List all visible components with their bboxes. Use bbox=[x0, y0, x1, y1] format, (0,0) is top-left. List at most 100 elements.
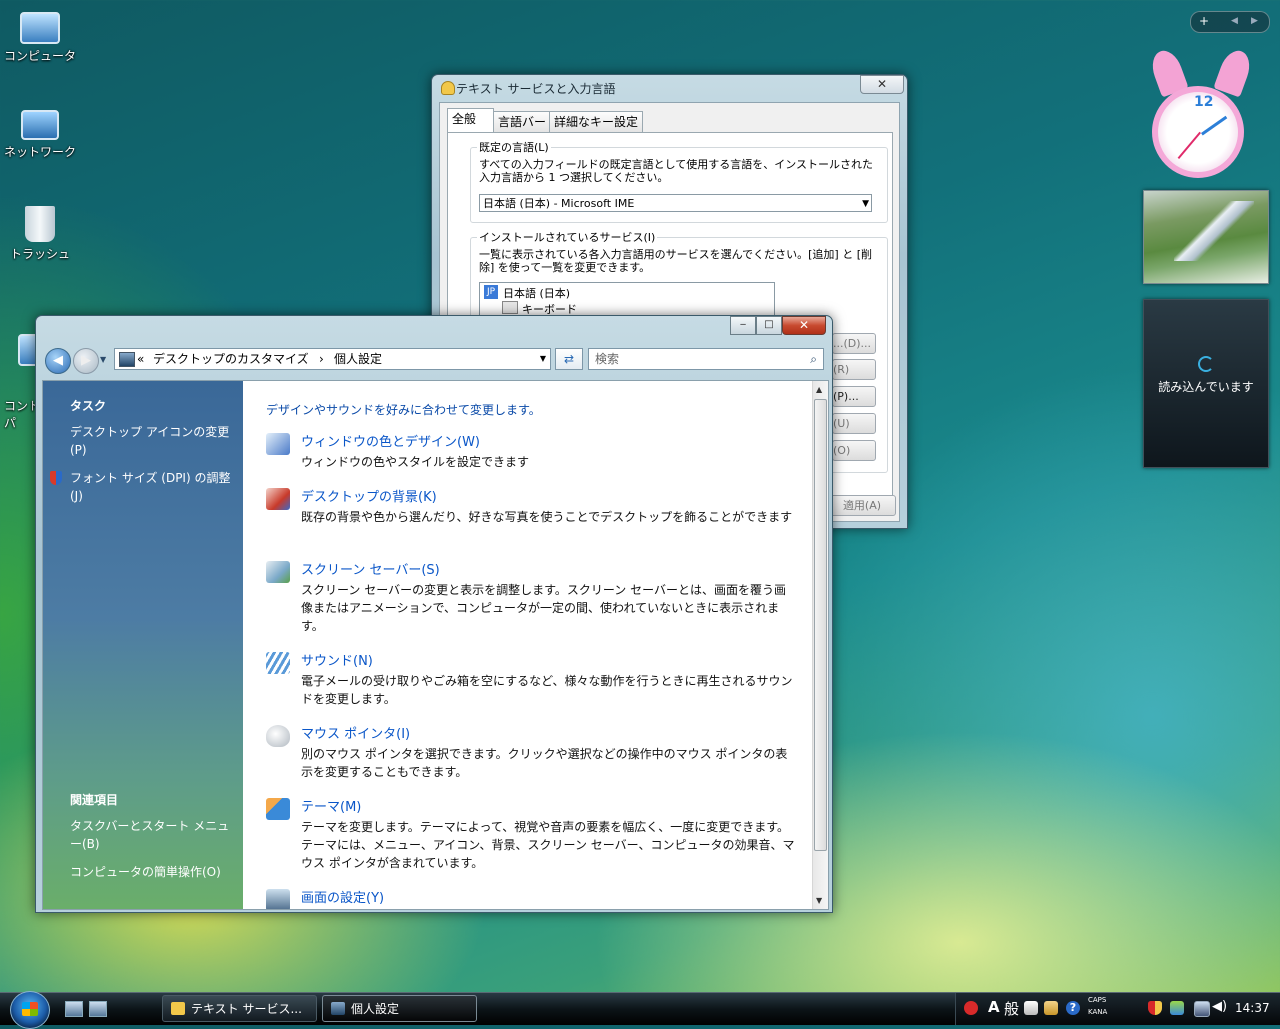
security-center-icon[interactable] bbox=[1148, 1001, 1162, 1015]
close-button[interactable]: ✕ bbox=[860, 75, 904, 94]
network-icon bbox=[21, 110, 59, 140]
default-language-description: すべての入力フィールドの既定言語として使用する言語を、インストールされた入力言語… bbox=[479, 158, 874, 184]
minimize-button[interactable]: ‒ bbox=[730, 316, 756, 335]
desktop-icon-label: トラッシュ bbox=[9, 247, 70, 261]
theme-link[interactable]: テーマ(M) bbox=[301, 796, 361, 815]
taskbar: テキスト サービス... 個人設定 A 般 ? CAPS KANA ◀) 14:… bbox=[0, 991, 1280, 1029]
ime-kanji-indicator[interactable]: 般 bbox=[1004, 998, 1019, 1019]
navigation-bar: ◀ ▶ ▼ « デスクトップのカスタマイズ › 個人設定 ▼ ⇄ 検索 ⌕ bbox=[43, 346, 825, 374]
slideshow-gadget[interactable] bbox=[1143, 190, 1269, 284]
trash-icon bbox=[25, 206, 55, 242]
back-button[interactable]: ◀ bbox=[45, 348, 71, 374]
forward-button[interactable]: ▶ bbox=[73, 348, 99, 374]
ease-of-access-link[interactable]: コンピュータの簡単操作(O) bbox=[70, 863, 240, 881]
item-description: 既存の背景や色から選んだり、好きな写真を使うことでデスクトップを飾ることができま… bbox=[301, 510, 793, 524]
breadcrumb-parent[interactable]: デスクトップのカスタマイズ bbox=[153, 349, 309, 369]
apply-button[interactable]: 適用(A) bbox=[828, 495, 896, 516]
desktop-background-link[interactable]: デスクトップの背景(K) bbox=[301, 486, 437, 505]
item-description: 別のマウス ポインタを選択できます。クリックや選択などの操作中のマウス ポインタ… bbox=[301, 747, 788, 779]
default-language-value: 日本語 (日本) - Microsoft IME bbox=[483, 197, 635, 210]
add-button[interactable]: ...(D)... bbox=[832, 333, 876, 354]
taskbar-button-personalization[interactable]: 個人設定 bbox=[322, 995, 477, 1022]
window-color-icon bbox=[266, 433, 290, 455]
address-bar[interactable]: « デスクトップのカスタマイズ › 個人設定 ▼ bbox=[114, 348, 551, 370]
tab-general[interactable]: 全般 bbox=[447, 108, 494, 133]
tab-advanced-key-settings[interactable]: 詳細なキー設定 bbox=[549, 111, 644, 132]
scroll-up-arrow-icon[interactable]: ▲ bbox=[816, 385, 822, 394]
scrollbar-thumb[interactable] bbox=[814, 399, 827, 851]
display-settings-link[interactable]: 画面の設定(Y) bbox=[301, 887, 384, 906]
refresh-button[interactable]: ⇄ bbox=[555, 348, 583, 370]
group-title: 既定の言語(L) bbox=[477, 139, 551, 155]
button-label: (O) bbox=[833, 444, 851, 457]
show-desktop-icon[interactable] bbox=[65, 1001, 83, 1017]
default-language-group: 既定の言語(L) すべての入力フィールドの既定言語として使用する言語を、インスト… bbox=[470, 139, 888, 223]
breadcrumb-overflow[interactable]: « bbox=[137, 349, 144, 369]
tree-item-language[interactable]: 日本語 (日本) bbox=[503, 285, 570, 301]
related-heading: 関連項目 bbox=[70, 793, 119, 807]
move-down-button[interactable]: (O) bbox=[832, 440, 876, 461]
personalization-window[interactable]: ‒ □ ✕ ◀ ▶ ▼ « デスクトップのカスタマイズ › 個人設定 ▼ ⇄ 検… bbox=[35, 315, 833, 913]
help-icon[interactable]: ? bbox=[1066, 1001, 1080, 1015]
desktop-icon-trash[interactable]: トラッシュ bbox=[2, 200, 78, 262]
mouse-pointer-link[interactable]: マウス ポインタ(I) bbox=[301, 723, 410, 742]
properties-button[interactable]: (P)... bbox=[832, 386, 876, 407]
language-bar-alert-icon[interactable] bbox=[964, 1001, 978, 1015]
window-color-link[interactable]: ウィンドウの色とデザイン(W) bbox=[301, 431, 480, 450]
item-description: 電子メールの受け取りやごみ箱を空にするなど、様々な動作を行うときに再生されるサウ… bbox=[301, 674, 793, 706]
start-button[interactable] bbox=[10, 991, 50, 1029]
kana-indicator: KANA bbox=[1088, 1008, 1108, 1016]
network-status-icon[interactable] bbox=[1194, 1001, 1210, 1017]
volume-icon[interactable]: ◀) bbox=[1212, 999, 1227, 1014]
taskbar-button-text-services[interactable]: テキスト サービス... bbox=[162, 995, 317, 1022]
screen-saver-link[interactable]: スクリーン セーバー(S) bbox=[301, 559, 440, 578]
move-up-button[interactable]: (U) bbox=[832, 413, 876, 434]
button-label: (P)... bbox=[833, 390, 859, 403]
scroll-down-arrow-icon[interactable]: ▼ bbox=[816, 896, 822, 905]
adjust-font-size-link[interactable]: フォント サイズ (DPI) の調整(J) bbox=[70, 469, 240, 505]
tab-language-bar[interactable]: 言語バー bbox=[493, 111, 552, 132]
ime-mode-indicator[interactable]: A bbox=[988, 998, 1000, 1016]
add-gadget-button[interactable]: + bbox=[1199, 14, 1209, 28]
ime-pad-icon[interactable] bbox=[1024, 1001, 1038, 1015]
ime-tools-icon[interactable] bbox=[1044, 1001, 1058, 1015]
default-language-select[interactable]: 日本語 (日本) - Microsoft IME ▼ bbox=[479, 194, 872, 212]
keyboard-icon bbox=[502, 301, 518, 314]
previous-page-button[interactable]: ◀ bbox=[1231, 16, 1238, 26]
change-desktop-icons-link[interactable]: デスクトップ アイコンの変更(P) bbox=[70, 423, 240, 459]
personalization-icon bbox=[331, 1002, 345, 1015]
dialog-title: テキスト サービスと入力言語 bbox=[456, 82, 616, 96]
breadcrumb-separator[interactable]: › bbox=[319, 349, 324, 369]
taskbar-clock[interactable]: 14:37 bbox=[1235, 1001, 1270, 1015]
installed-services-description: 一覧に表示されている各入力言語用のサービスを選んでください。[追加] と [削除… bbox=[479, 248, 872, 274]
close-button[interactable]: ✕ bbox=[782, 316, 826, 335]
vertical-scrollbar[interactable]: ▲ ▼ bbox=[812, 381, 828, 909]
desktop-icon-label: ネットワーク bbox=[3, 145, 76, 159]
breadcrumb-current[interactable]: 個人設定 bbox=[334, 349, 382, 369]
clock-gadget[interactable]: 12 bbox=[1146, 46, 1258, 178]
windows-sidebar-icon[interactable] bbox=[1170, 1001, 1184, 1015]
taskbar-start-menu-link[interactable]: タスクバーとスタート メニュー(B) bbox=[70, 817, 240, 853]
switch-windows-icon[interactable] bbox=[89, 1001, 107, 1017]
desktop-icon-computer[interactable]: コンピュータ bbox=[2, 4, 78, 64]
remove-button[interactable]: (R) bbox=[832, 359, 876, 380]
item-description: ウィンドウの色やスタイルを設定できます bbox=[301, 455, 530, 469]
next-page-button[interactable]: ▶ bbox=[1251, 16, 1258, 26]
text-services-icon bbox=[441, 81, 455, 95]
feed-headlines-gadget[interactable]: 読み込んでいます bbox=[1143, 299, 1269, 468]
clock-ear-right bbox=[1213, 46, 1255, 98]
button-label: (U) bbox=[833, 417, 850, 430]
address-dropdown-icon[interactable]: ▼ bbox=[540, 349, 546, 369]
loading-spinner-icon bbox=[1198, 356, 1214, 372]
desktop-icon-network[interactable]: ネットワーク bbox=[2, 102, 78, 160]
search-placeholder: 検索 bbox=[595, 352, 620, 366]
mouse-pointer-icon bbox=[266, 725, 290, 747]
language-badge-icon: JP bbox=[484, 285, 498, 299]
content-area: タスク デスクトップ アイコンの変更(P) フォント サイズ (DPI) の調整… bbox=[42, 380, 829, 910]
search-input[interactable]: 検索 ⌕ bbox=[588, 348, 824, 370]
maximize-button[interactable]: □ bbox=[756, 316, 782, 335]
sound-link[interactable]: サウンド(N) bbox=[301, 650, 373, 669]
search-icon[interactable]: ⌕ bbox=[810, 349, 817, 369]
recent-pages-dropdown[interactable]: ▼ bbox=[100, 355, 106, 364]
feed-status-text: 読み込んでいます bbox=[1158, 380, 1254, 394]
